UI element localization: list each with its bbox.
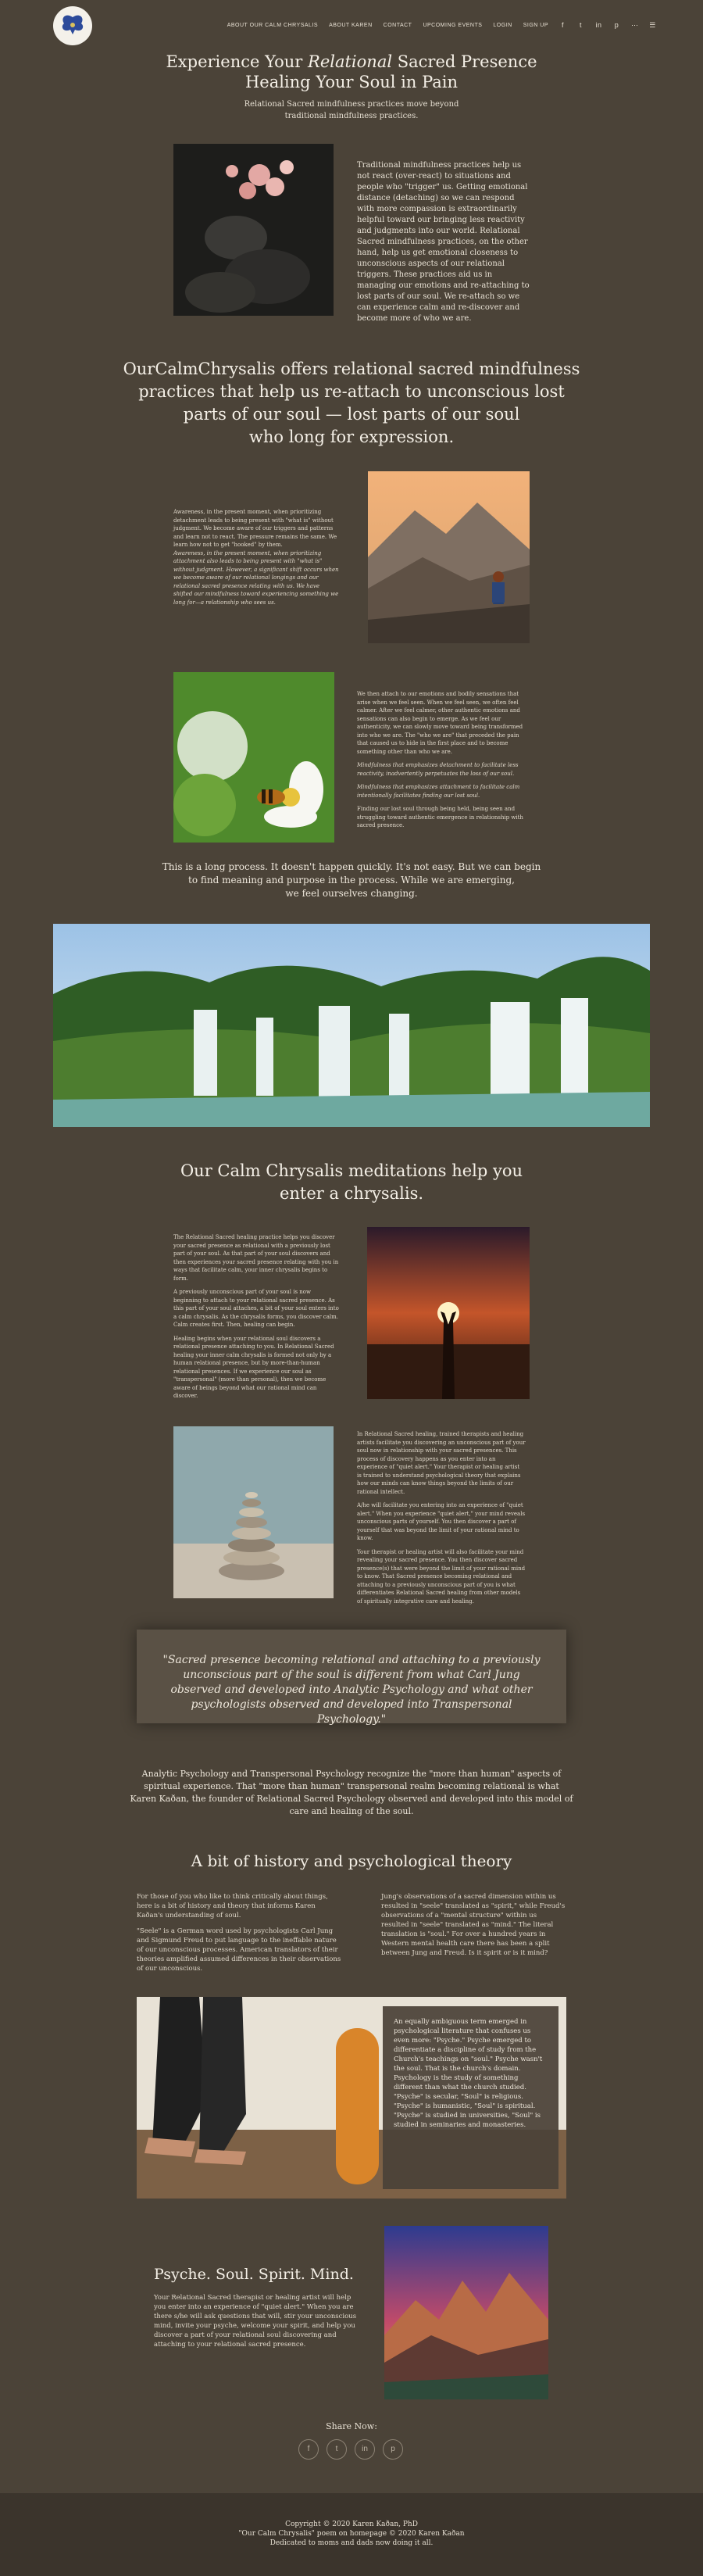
bee-flower-image [173, 672, 334, 843]
stones-text: In Relational Sacred healing, trained th… [357, 1431, 526, 1605]
nav-login[interactable]: LOGIN [493, 23, 512, 28]
psyche-overlay-panel: An equally ambiguous term emerged in psy… [383, 2006, 558, 2189]
jung-quote-box: "Sacred presence becoming relational and… [137, 1630, 566, 1726]
share-facebook-button[interactable]: f [298, 2439, 319, 2460]
process-text: This is a long process. It doesn't happe… [162, 861, 541, 899]
linkedin-icon[interactable]: in [595, 22, 602, 29]
pinterest-icon[interactable]: p [613, 22, 620, 29]
menu-icon[interactable]: ☰ [649, 22, 656, 29]
twitter-icon[interactable]: t [577, 22, 584, 29]
stacked-stones-image [173, 1426, 334, 1598]
facebook-icon[interactable]: f [559, 22, 566, 29]
page: ABOUT OUR CALM CHRYSALIS ABOUT KAREN CON… [0, 0, 703, 2576]
mountain-sunset-image [384, 2226, 548, 2399]
share-linkedin-button[interactable]: in [355, 2439, 375, 2460]
stones-flowers-image [173, 144, 334, 316]
site-footer: Copyright © 2020 Karen Kaðan, PhD "Our C… [0, 2493, 703, 2576]
site-header: ABOUT OUR CALM CHRYSALIS ABOUT KAREN CON… [0, 0, 703, 53]
psyche-text: Your Relational Sacred therapist or heal… [154, 2294, 357, 2349]
analytic-text: Analytic Psychology and Transpersonal Ps… [130, 1769, 573, 1816]
share-label: Share Now: [326, 2421, 377, 2431]
history-heading: A bit of history and psychological theor… [191, 1852, 512, 1870]
share-pinterest-button[interactable]: p [383, 2439, 403, 2460]
nav-about-our-calm-chrysalis[interactable]: ABOUT OUR CALM CHRYSALIS [227, 23, 318, 28]
nav-about-karen[interactable]: ABOUT KAREN [329, 23, 373, 28]
butterfly-logo-icon [54, 7, 91, 45]
waterfall-panorama-image [53, 924, 650, 1127]
hero-title-line1: Experience Your Relational Sacred Presen… [166, 52, 537, 71]
history-right-text: Jung's observations of a sacred dimensio… [381, 1893, 566, 1957]
meditations-heading: Our Calm Chrysalis meditations help you … [180, 1161, 523, 1203]
psyche-heading: Psyche. Soul. Spirit. Mind. [154, 2266, 354, 2283]
hero-title-line2: Healing Your Soul in Pain [244, 73, 459, 91]
share-icon[interactable]: ⋯ [631, 22, 638, 29]
sunset-sun-hands-image [367, 1227, 530, 1399]
main-nav: ABOUT OUR CALM CHRYSALIS ABOUT KAREN CON… [227, 22, 656, 29]
awareness-text: Awareness, in the present moment, when p… [173, 509, 339, 606]
hero-title: Experience Your Relational Sacred Presen… [0, 52, 703, 92]
nav-upcoming-events[interactable]: UPCOMING EVENTS [423, 23, 482, 28]
intro-text: Traditional mindfulness practices help u… [357, 161, 530, 323]
site-logo[interactable] [53, 6, 92, 45]
yoga-mat-image: An equally ambiguous term emerged in psy… [137, 1997, 566, 2199]
nav-contact[interactable]: CONTACT [384, 23, 412, 28]
sunset-text: The Relational Sacred healing practice h… [173, 1234, 339, 1399]
mountain-meditation-image [368, 471, 530, 643]
hero-subtitle: Relational Sacred mindfulness practices … [244, 100, 459, 120]
footer-copyright: Copyright © 2020 Karen Kaðan, PhD "Our C… [238, 2521, 465, 2547]
bee-text: We then attach to our emotions and bodil… [357, 691, 523, 828]
share-twitter-button[interactable]: t [327, 2439, 347, 2460]
history-left-text: For those of you who like to think criti… [137, 1893, 341, 1973]
nav-sign-up[interactable]: SIGN UP [523, 23, 548, 28]
mission-heading: OurCalmChrysalis offers relational sacre… [123, 360, 580, 446]
